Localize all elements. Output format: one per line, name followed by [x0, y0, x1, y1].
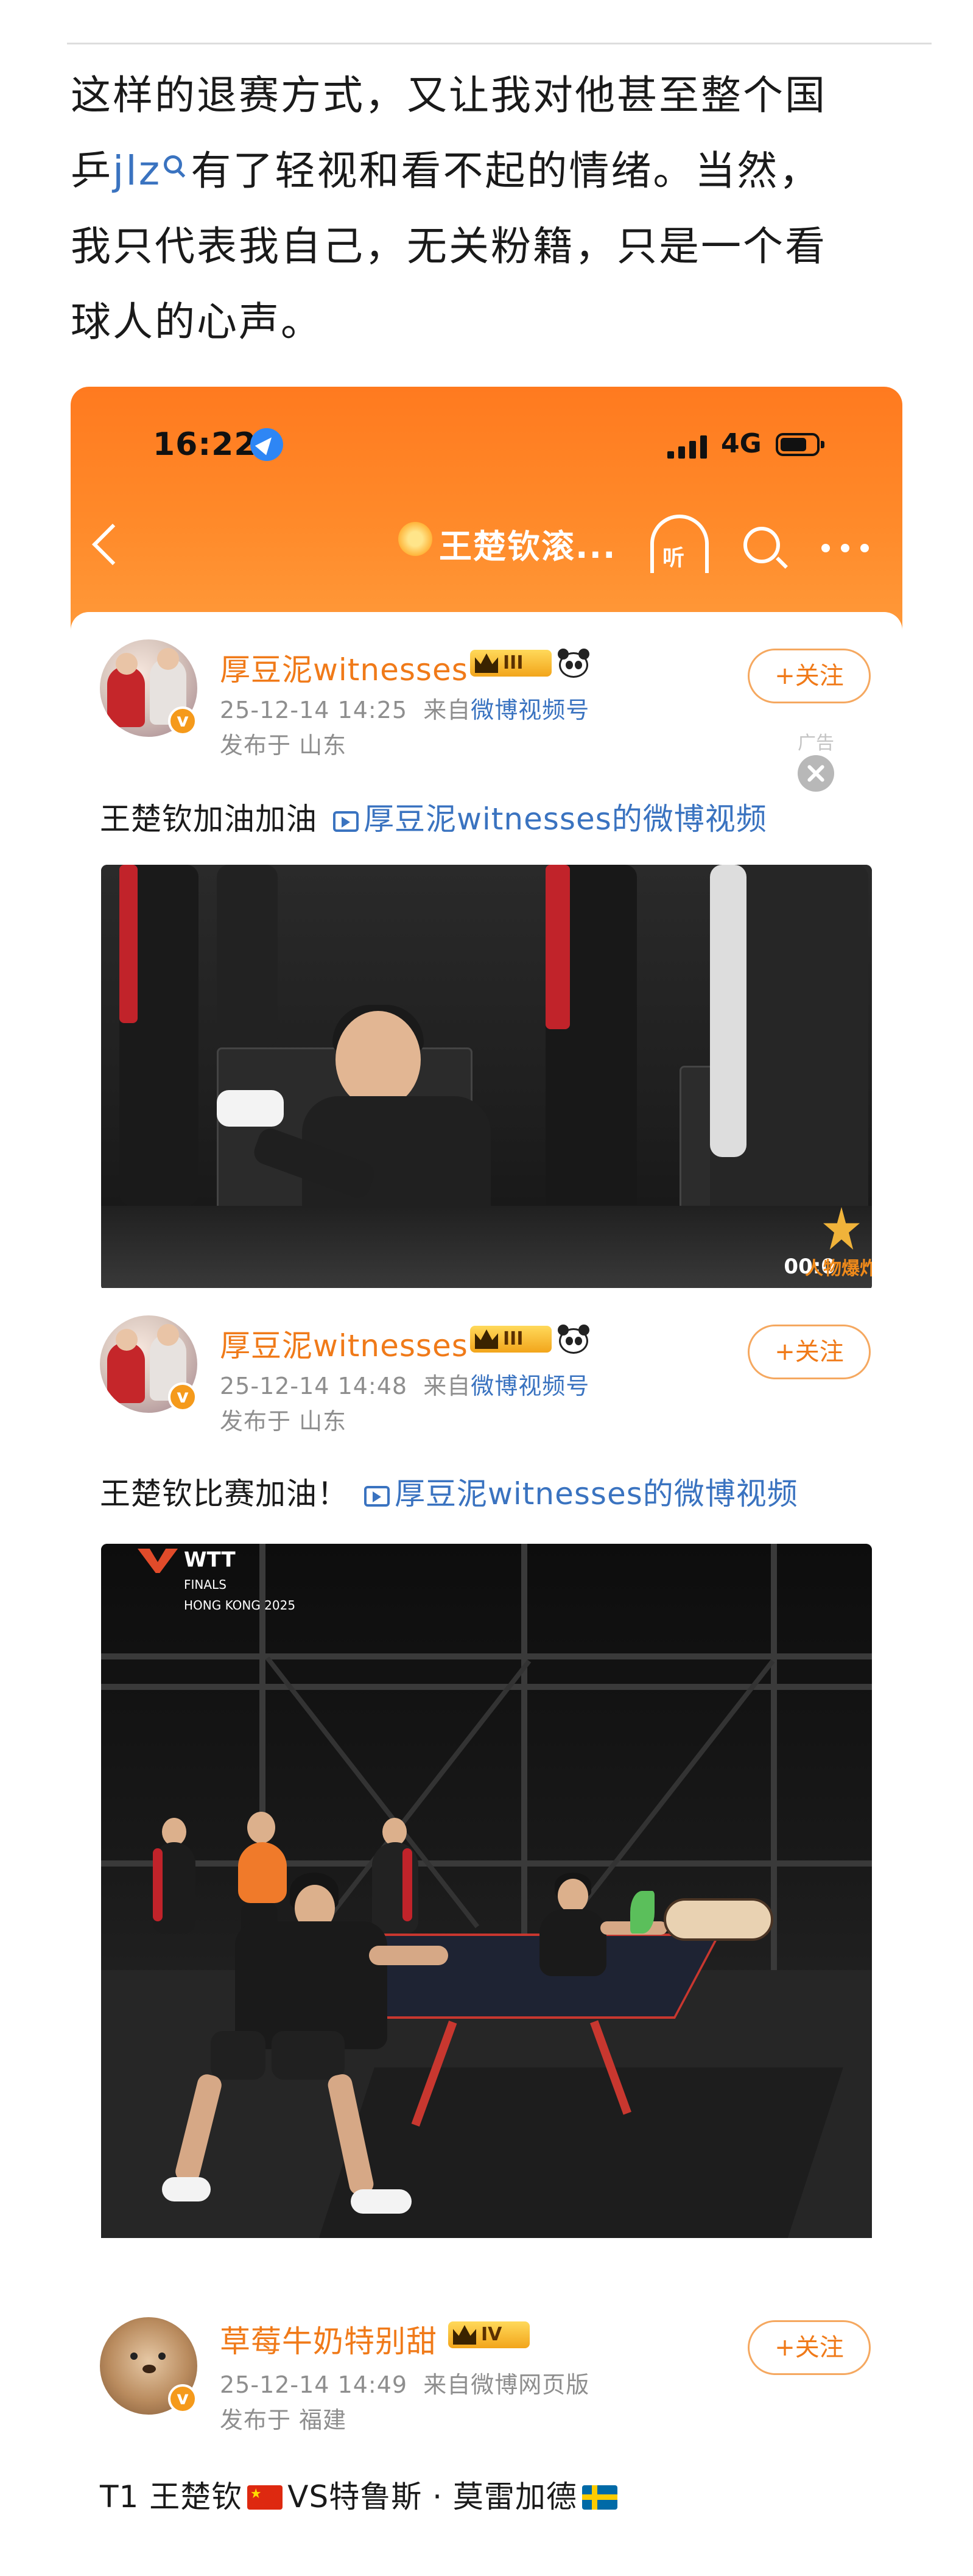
divider — [67, 43, 932, 44]
ad-label: 广告 — [798, 733, 834, 754]
app-header: 16:22 4G 王楚钦滚... 听 — [71, 387, 902, 636]
topic-icon — [398, 522, 432, 556]
article-line: 这样的退赛方式，又让我对他甚至整个国 — [71, 72, 827, 119]
video-link[interactable]: 厚豆泥witnesses的微博视频 — [364, 801, 767, 837]
post-datetime: 25-12-14 14:48 — [220, 1373, 408, 1399]
post-source-prefix: 来自 — [423, 697, 471, 723]
post-card: v 草莓牛奶特别甜 IV 25-12-14 14:49 来自微博网页版 发布于 … — [71, 2238, 902, 2576]
post-text: 王楚钦比赛加油！ 厚豆泥witnesses的微博视频 — [100, 1469, 798, 1513]
verified-badge: v — [168, 2384, 197, 2413]
logo-main: WTT — [184, 1547, 236, 1572]
search-icon[interactable] — [164, 155, 183, 174]
otter-sticker-icon — [630, 1891, 782, 1952]
post-datetime: 25-12-14 14:49 — [220, 2371, 408, 2398]
location-arrow-icon — [250, 428, 283, 461]
logo-sub2: HONG KONG 2025 — [184, 1598, 296, 1613]
follow-button[interactable]: +关注 — [748, 1325, 871, 1379]
signal-icon — [667, 434, 709, 459]
article-line: 我只代表我自己，无关粉籍，只是一个看 — [71, 223, 827, 270]
post-meta: 25-12-14 14:49 来自微博网页版 — [220, 2366, 589, 2399]
status-time: 16:22 — [153, 426, 257, 463]
page: 这样的退赛方式，又让我对他甚至整个国 乒jlz 有了轻视和看不起的情绪。当然， 我… — [0, 0, 973, 2576]
post-text: 王楚钦加油加油 厚豆泥witnesses的微博视频 — [100, 795, 767, 839]
post-card: v 厚豆泥witnesses III 25-12-14 14:25 来自微博视频… — [71, 612, 902, 1291]
china-flag-icon — [247, 2485, 283, 2510]
username[interactable]: 草莓牛奶特别甜 — [220, 2317, 437, 2361]
video-player[interactable]: 00:0 人物爆炸 — [101, 865, 872, 1291]
panda-icon — [558, 1325, 589, 1354]
article-segment: 乒 — [71, 147, 113, 194]
crown-icon: III — [470, 650, 552, 677]
search-icon[interactable] — [743, 527, 780, 563]
watermark-text: 人物爆炸 — [805, 1258, 872, 1279]
battery-icon — [776, 433, 824, 456]
article-segment: 有了轻视和看不起的情绪。当然， — [191, 147, 821, 194]
article-text: 这样的退赛方式，又让我对他甚至整个国 乒jlz 有了轻视和看不起的情绪。当然， 我… — [71, 58, 905, 360]
crown-icon: IV — [448, 2321, 530, 2348]
follow-button[interactable]: +关注 — [748, 2320, 871, 2375]
post-location: 发布于 福建 — [220, 2407, 347, 2433]
close-icon[interactable] — [798, 755, 834, 792]
post-text: T1 王楚钦 VS特鲁斯 · 莫雷加德 — [100, 2472, 622, 2516]
embedded-screenshot: 16:22 4G 王楚钦滚... 听 v 厚豆泥witnesses III 25… — [71, 387, 902, 2576]
wtt-logo: WTT FINALS HONG KONG 2025 — [138, 1549, 295, 1614]
post-source-prefix: 来自 — [423, 2371, 471, 2398]
username[interactable]: 厚豆泥witnesses — [220, 1321, 468, 1365]
post-source[interactable]: 微博网页版 — [471, 2371, 589, 2398]
post-source[interactable]: 微博视频号 — [471, 1373, 589, 1399]
topic-link-text[interactable]: jlz — [113, 147, 161, 194]
post-text-pre: T1 王楚钦 — [100, 2479, 243, 2514]
post-meta: 25-12-14 14:25 来自微博视频号 — [220, 691, 589, 725]
post-source-prefix: 来自 — [423, 1373, 471, 1399]
article-line: 球人的心声。 — [71, 298, 323, 345]
panda-icon — [558, 649, 589, 678]
crown-icon: III — [470, 1326, 552, 1353]
post-text-body: 王楚钦比赛加油！ — [100, 1476, 348, 1511]
post-location: 发布于 山东 — [220, 1408, 347, 1435]
follow-button[interactable]: +关注 — [748, 649, 871, 703]
post-meta: 25-12-14 14:48 来自微博视频号 — [220, 1367, 589, 1401]
post-source[interactable]: 微博视频号 — [471, 697, 589, 723]
back-chevron-icon[interactable] — [92, 524, 133, 565]
logo-sub1: FINALS — [184, 1577, 227, 1592]
sweden-flag-icon — [581, 2485, 617, 2510]
post-text-mid: VS特鲁斯 · 莫雷加德 — [287, 2479, 577, 2514]
video-link-icon[interactable] — [364, 1486, 390, 1507]
network-label: 4G — [721, 428, 762, 459]
video-link-icon[interactable] — [333, 811, 359, 832]
topic-link[interactable]: jlz — [113, 147, 191, 194]
nav-title[interactable]: 王楚钦滚... — [439, 519, 617, 568]
more-icon[interactable] — [821, 544, 876, 552]
username[interactable]: 厚豆泥witnesses — [220, 646, 468, 689]
watermark: 人物爆炸 — [805, 1207, 872, 1280]
verified-badge: v — [168, 706, 197, 736]
post-text-body: 王楚钦加油加油 — [100, 801, 317, 837]
post-datetime: 25-12-14 14:25 — [220, 697, 408, 723]
video-link[interactable]: 厚豆泥witnesses的微博视频 — [395, 1476, 798, 1511]
post-card: v 厚豆泥witnesses III 25-12-14 14:48 来自微博视频… — [71, 1288, 902, 2275]
listen-label[interactable]: 听 — [662, 540, 684, 572]
post-location: 发布于 山东 — [220, 732, 347, 759]
verified-badge: v — [168, 1382, 197, 1412]
article-line: 乒jlz 有了轻视和看不起的情绪。当然， — [71, 133, 905, 209]
